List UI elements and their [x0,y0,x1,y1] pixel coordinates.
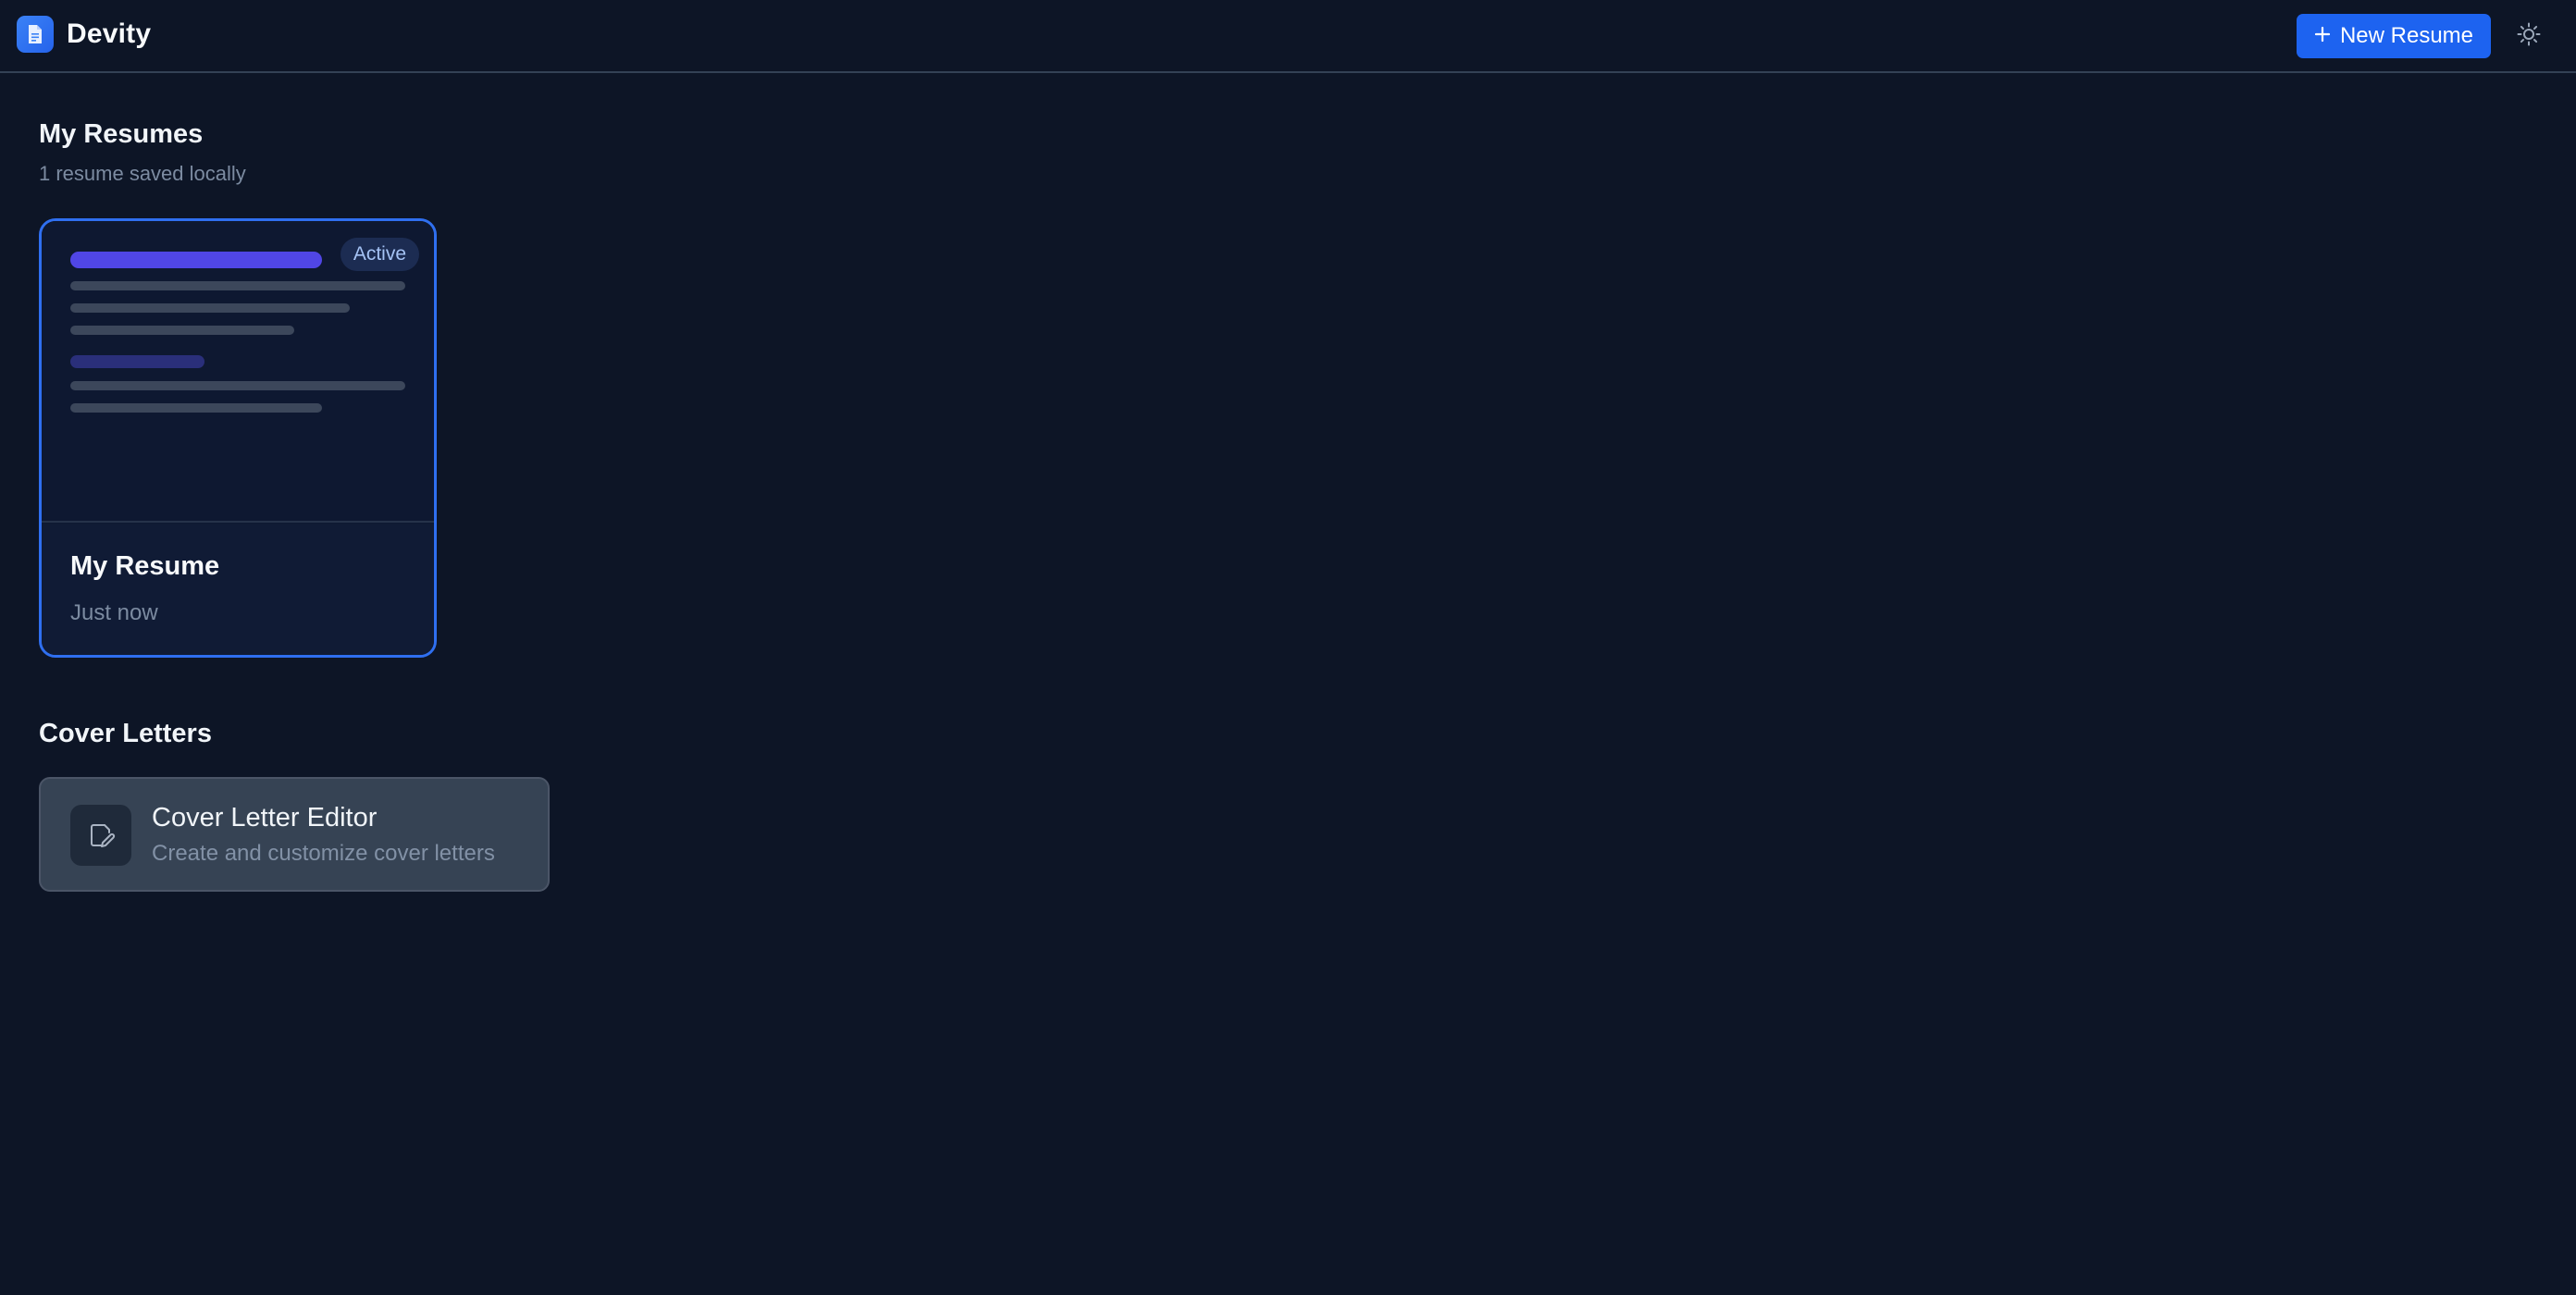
active-badge: Active [340,238,419,271]
resume-updated-time: Just now [70,600,158,625]
brand[interactable]: Devity [17,16,151,53]
theme-toggle-button[interactable] [2511,18,2546,54]
resumes-count-text: 1 resume saved locally [39,162,246,185]
new-resume-button[interactable]: New Resume [2297,14,2491,58]
my-resumes-heading: My Resumes [39,119,204,149]
document-icon [17,16,54,53]
resume-card[interactable]: Active My Resume Just now [39,218,437,658]
top-bar: Devity New Resume [0,0,2576,73]
resume-info: My Resume Just now [42,524,434,655]
edit-document-icon [70,805,131,866]
cover-letters-heading: Cover Letters [39,719,212,748]
resume-preview-thumbnail: Active [42,221,434,523]
cover-letter-description: Create and customize cover letters [152,841,495,866]
sun-icon [2516,21,2542,52]
app-name: Devity [67,18,152,49]
plus-icon [2314,23,2331,49]
new-resume-label: New Resume [2339,23,2474,48]
resume-name: My Resume [70,551,220,581]
cover-letter-title: Cover Letter Editor [152,803,378,832]
cover-letter-editor-card[interactable]: Cover Letter Editor Create and customize… [39,777,550,892]
